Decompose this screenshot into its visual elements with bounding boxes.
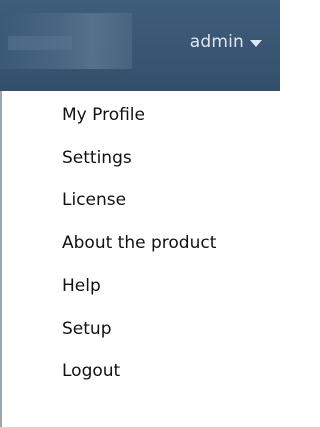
page: admin My Profile Settings License About … [0,0,280,427]
redacted-logo-detail [8,36,72,50]
dropdown-left-border [0,91,2,427]
menu-item-logout[interactable]: Logout [62,361,120,381]
username-label: admin [189,32,244,52]
caret-down-icon [250,39,262,47]
menu-item-settings[interactable]: Settings [62,148,132,168]
menu-item-my-profile[interactable]: My Profile [62,105,145,125]
menu-item-about-the-product[interactable]: About the product [62,233,216,253]
menu-item-setup[interactable]: Setup [62,319,111,339]
user-menu-button[interactable]: admin [190,30,262,54]
user-dropdown-menu: My Profile Settings License About the pr… [0,91,280,427]
menu-item-help[interactable]: Help [62,276,101,296]
menu-item-license[interactable]: License [62,190,126,210]
top-navigation-bar: admin [0,0,280,91]
